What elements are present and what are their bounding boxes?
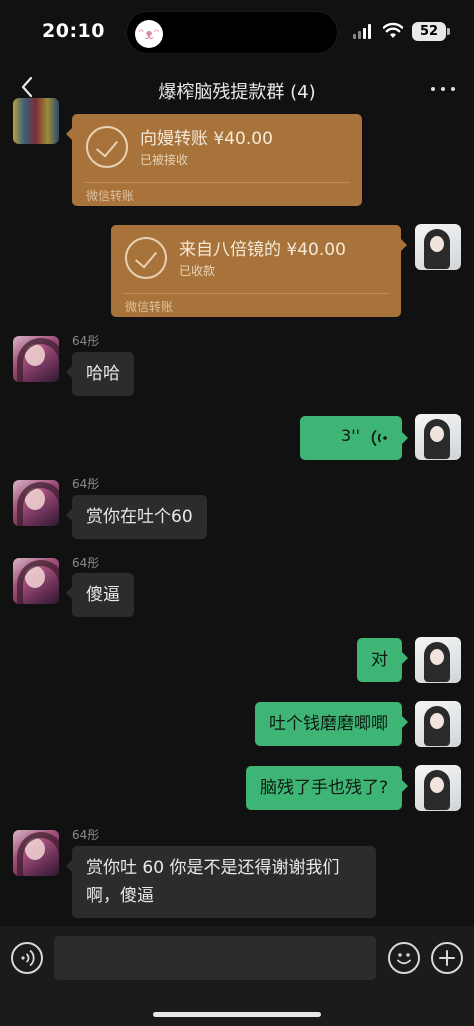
sender-name: 64彤 bbox=[72, 334, 100, 348]
transfer-card[interactable]: 来自八倍镜的 ¥40.00 已收款 微信转账 bbox=[111, 225, 407, 317]
message-bubble[interactable]: 脑残了手也残了? bbox=[245, 766, 409, 810]
avatar[interactable] bbox=[13, 830, 59, 876]
check-circle-icon bbox=[125, 237, 167, 279]
message-input[interactable] bbox=[54, 936, 376, 980]
transfer-status: 已收款 bbox=[179, 264, 216, 278]
transfer-amount: 来自八倍镜的 ¥40.00 bbox=[179, 240, 346, 260]
avatar[interactable] bbox=[13, 558, 59, 604]
status-bar: 20:10 ᵔᴥᵔ 52 bbox=[0, 0, 474, 62]
avatar[interactable] bbox=[13, 480, 59, 526]
message-bubble[interactable]: 吐个钱磨磨唧唧 bbox=[255, 702, 408, 746]
divider bbox=[84, 182, 350, 183]
avatar[interactable] bbox=[13, 336, 59, 382]
chat-header: 爆榨脑残提款群 (4) bbox=[0, 62, 474, 114]
check-circle-icon bbox=[86, 126, 128, 168]
voice-mode-icon[interactable] bbox=[11, 942, 43, 974]
avatar[interactable] bbox=[13, 98, 59, 144]
voice-message[interactable]: 3'' bbox=[300, 416, 408, 460]
emoji-icon[interactable] bbox=[388, 942, 420, 974]
avatar[interactable] bbox=[415, 637, 461, 683]
home-indicator bbox=[153, 1012, 321, 1017]
voice-duration: 3'' bbox=[341, 426, 360, 445]
message-bubble[interactable]: 哈哈 bbox=[66, 352, 134, 396]
plus-icon[interactable] bbox=[431, 942, 463, 974]
message-bubble[interactable]: 对 bbox=[357, 638, 408, 682]
avatar[interactable] bbox=[415, 414, 461, 460]
avatar[interactable] bbox=[415, 701, 461, 747]
message-bubble[interactable]: 赏你吐 60 你是不是还得谢谢我们啊，傻逼 bbox=[66, 846, 376, 918]
sender-name: 64彤 bbox=[72, 477, 100, 491]
message-bubble[interactable]: 赏你在吐个60 bbox=[66, 495, 207, 539]
transfer-card[interactable]: 向嫚转账 ¥40.00 已被接收 微信转账 bbox=[66, 114, 362, 206]
voice-wave-icon bbox=[371, 429, 387, 447]
battery-indicator: 52 bbox=[412, 22, 450, 41]
sender-name: 64彤 bbox=[72, 828, 100, 842]
transfer-status: 已被接收 bbox=[140, 153, 189, 167]
status-time: 20:10 bbox=[42, 20, 105, 42]
transfer-footer: 微信转账 bbox=[125, 300, 174, 314]
divider bbox=[123, 293, 389, 294]
input-bar bbox=[0, 926, 474, 1026]
ellipsis-icon[interactable] bbox=[428, 76, 458, 100]
avatar[interactable] bbox=[415, 765, 461, 811]
rabbit-icon: ᵔᴥᵔ bbox=[135, 20, 163, 48]
chat-title[interactable]: 爆榨脑残提款群 (4) bbox=[158, 82, 315, 103]
cellular-signal-icon bbox=[353, 24, 373, 39]
sender-name: 64彤 bbox=[72, 556, 100, 570]
transfer-amount: 向嫚转账 ¥40.00 bbox=[140, 129, 273, 149]
message-bubble[interactable]: 傻逼 bbox=[66, 573, 134, 617]
avatar[interactable] bbox=[415, 224, 461, 270]
dynamic-island: ᵔᴥᵔ bbox=[126, 11, 338, 54]
transfer-footer: 微信转账 bbox=[86, 189, 135, 203]
wifi-icon bbox=[383, 22, 403, 38]
